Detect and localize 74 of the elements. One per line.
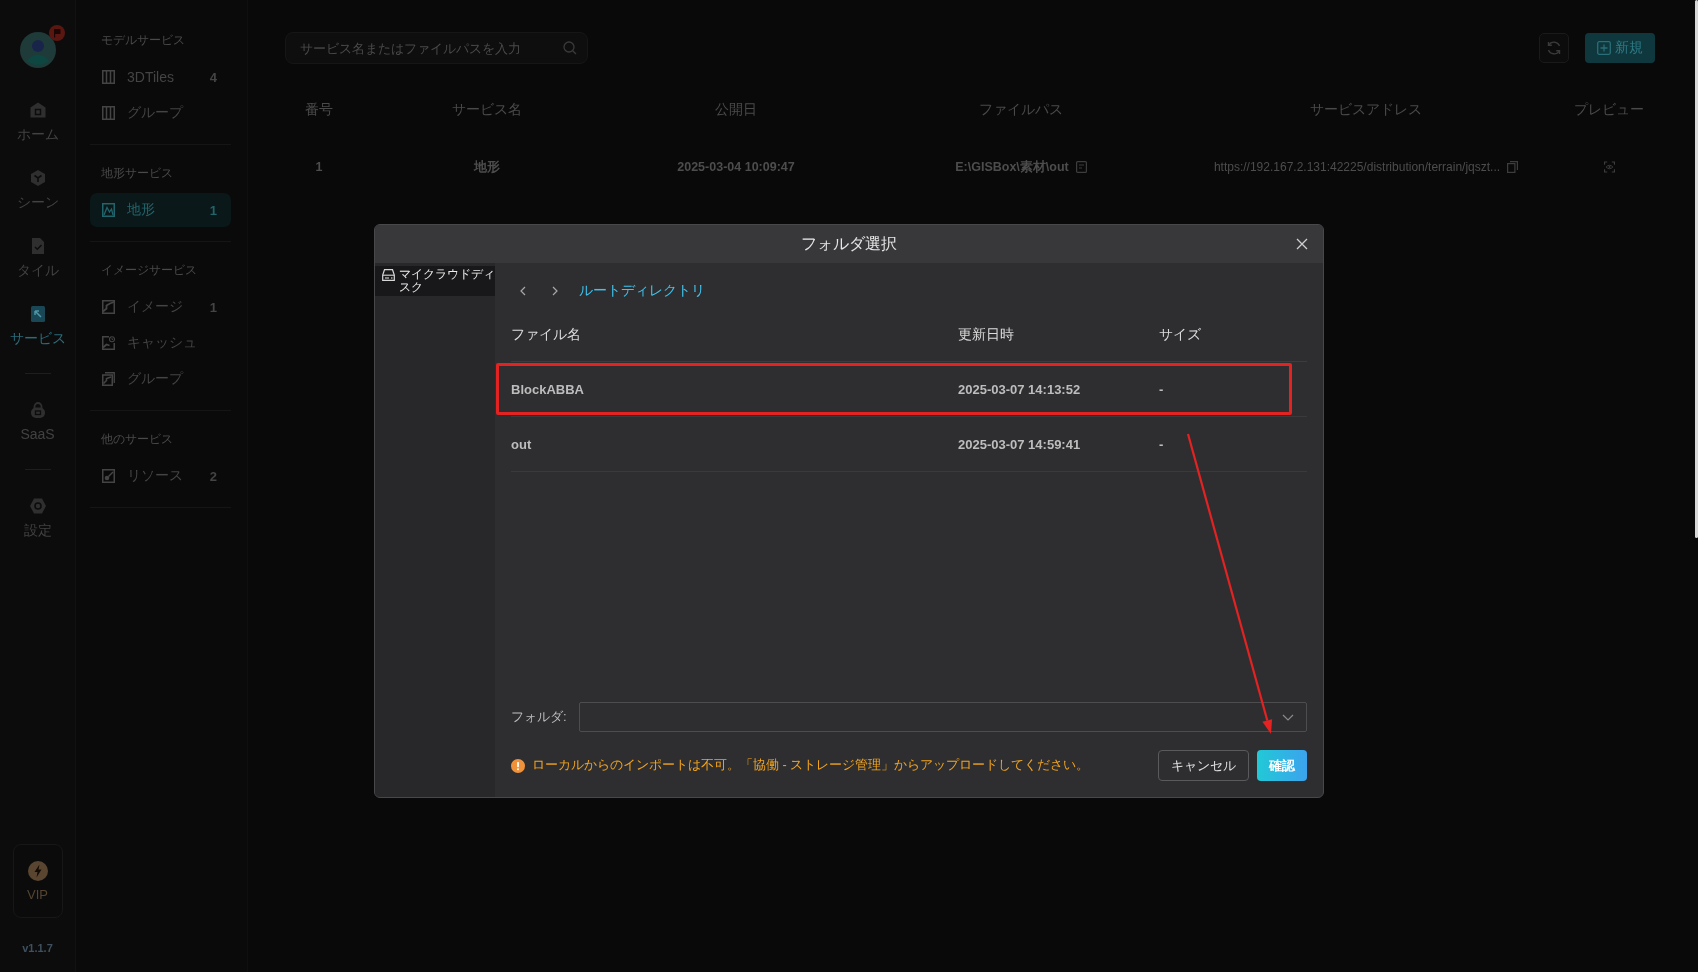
lock-icon (28, 401, 47, 419)
vip-button[interactable]: VIP (12, 844, 63, 918)
cancel-button[interactable]: キャンセル (1158, 750, 1249, 781)
section-heading: 他のサービス (100, 431, 174, 448)
warning-icon (511, 758, 525, 773)
column-header: ファイル名 (511, 326, 582, 344)
confirm-button[interactable]: 確認 (1257, 750, 1307, 781)
nav-item[interactable]: サービス (9, 305, 66, 346)
settings-icon (28, 497, 47, 515)
section-heading: イメージサービス (100, 262, 198, 279)
lightning-icon (27, 860, 48, 881)
image-icon (102, 300, 115, 314)
home-icon (28, 101, 47, 119)
drive-item[interactable]: マイクラウドディスク (375, 266, 495, 296)
item-count: 4 (209, 69, 217, 85)
column-header: 更新日時 (958, 326, 1015, 344)
table-cell-text: 2025-03-04 10:09:47 (676, 160, 796, 174)
copy-icon[interactable] (1507, 161, 1519, 173)
document-icon[interactable] (1075, 161, 1087, 173)
column-header: プレビュー (1573, 101, 1645, 119)
refresh-button[interactable] (1539, 33, 1569, 63)
add-icon (1597, 41, 1611, 55)
resource-icon (102, 469, 115, 483)
file-row[interactable]: out 2025-03-07 14:59:41 - (511, 417, 1307, 472)
chevron-right-icon (552, 286, 558, 296)
column-header: サービス名 (451, 101, 523, 119)
refresh-icon (1546, 40, 1562, 56)
mountain-icon (102, 203, 115, 217)
table-cell-text: 2025-03-07 14:59:41 (958, 436, 1082, 452)
cube-icon (28, 169, 47, 187)
column-header: 公開日 (714, 101, 758, 119)
sidebar-item[interactable]: 3DTiles 4 (90, 60, 231, 94)
item-count: 1 (209, 299, 217, 315)
table-cell-text: - (1159, 436, 1165, 452)
column-header: サイズ (1159, 326, 1202, 344)
file-row[interactable]: BlockABBA 2025-03-07 14:13:52 - (511, 362, 1307, 417)
table-cell: https://192.167.2.131:42225/distribution/terrain/jqszt... (1213, 160, 1501, 174)
table-cell-text: out (511, 436, 533, 452)
item-count: 2 (209, 468, 217, 484)
table-cell-text: - (1159, 381, 1165, 397)
table-cell: E:\GISBox\素材\out (955, 158, 1069, 176)
eye-scan-icon[interactable] (1603, 161, 1615, 173)
field-label: フォルダ: (511, 708, 568, 726)
avatar-icon[interactable] (19, 32, 56, 68)
folder-select[interactable] (579, 702, 1307, 732)
flag-badge-icon (48, 25, 65, 41)
item-count: 1 (209, 202, 217, 218)
table-cell-text: 2025-03-07 14:13:52 (958, 381, 1082, 397)
warning-message: ローカルからのインポートは不可。「協働 - ストレージ管理」からアップロードしてください。 (532, 757, 1090, 774)
columns-icon (102, 70, 115, 84)
close-button[interactable] (1294, 236, 1310, 252)
dialog-title: フォルダ選択 (801, 233, 897, 254)
table-cell-text: 地形 (472, 158, 501, 176)
drive-icon (382, 269, 395, 281)
chevron-down-icon (1282, 713, 1294, 721)
section-heading: 地形サービス (100, 165, 174, 182)
stacked-images-icon (102, 372, 115, 386)
column-header: サービスアドレス (1309, 101, 1423, 119)
arrow-square-icon (28, 305, 47, 323)
image-clock-icon (102, 336, 115, 350)
scrollbar-thumb[interactable] (1695, 0, 1698, 538)
version-label: v1.1.7 (22, 942, 53, 954)
close-icon (1296, 238, 1308, 250)
columns-icon (102, 106, 115, 120)
column-header: ファイルパス (978, 101, 1064, 119)
breadcrumb-link[interactable]: ルートディレクトリ (579, 282, 705, 300)
search-icon[interactable] (563, 41, 577, 55)
new-button[interactable]: 新規 (1585, 33, 1655, 63)
table-cell-text: 1 (314, 160, 324, 174)
column-header: 番号 (304, 101, 334, 119)
chevron-left-icon (520, 286, 526, 296)
sidebar-item[interactable]: イメージ 1 (90, 290, 231, 324)
table-cell-text: BlockABBA (511, 381, 585, 397)
sidebar-item[interactable]: 地形 1 (90, 193, 231, 227)
